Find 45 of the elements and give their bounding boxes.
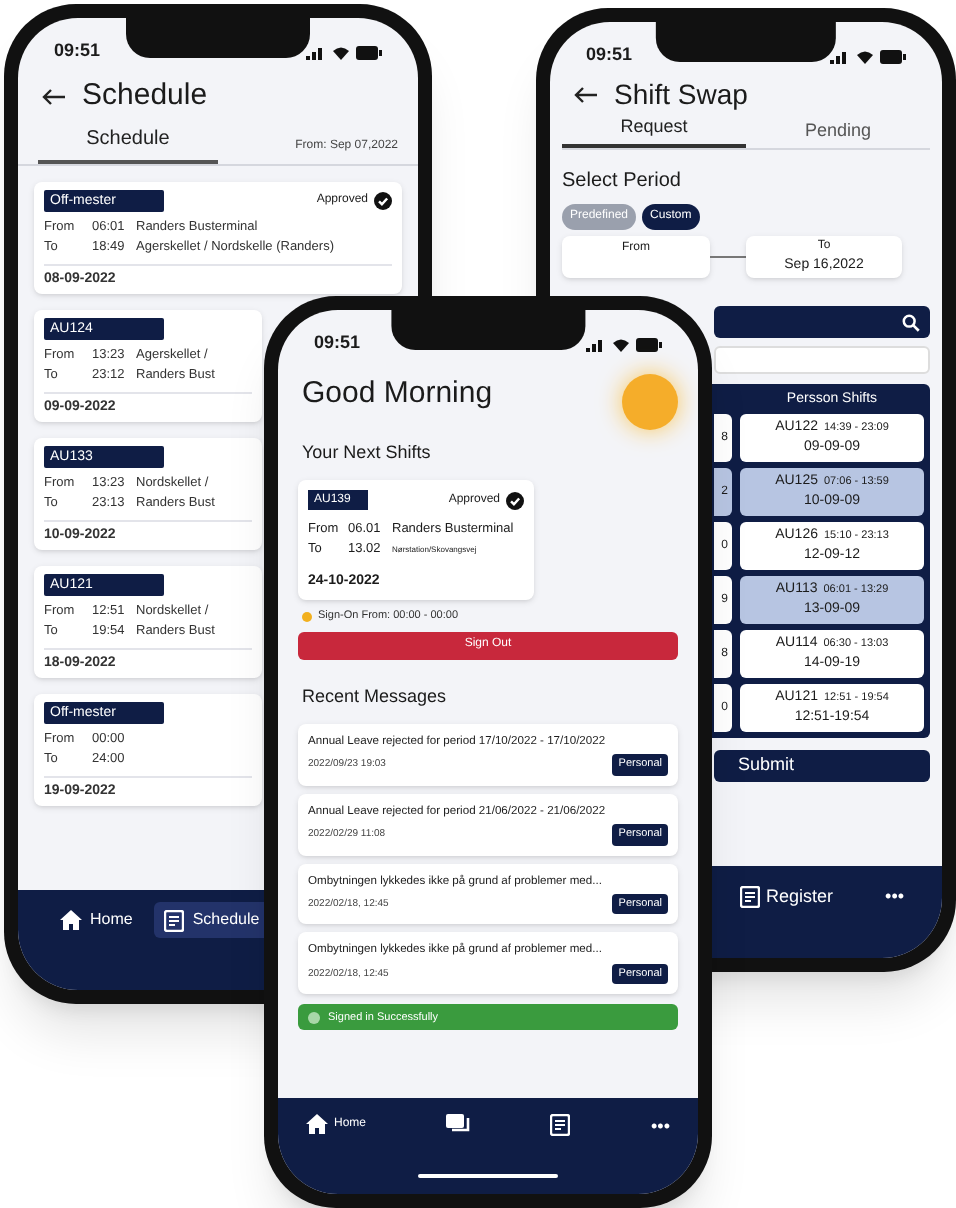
tab[interactable]: Request <box>562 113 746 148</box>
status-time: 09:51 <box>586 42 633 69</box>
input-field[interactable] <box>714 346 930 374</box>
greeting: Good Morning <box>302 373 493 414</box>
section-title: Recent Messages <box>302 685 447 706</box>
status-time: 09:51 <box>54 38 101 65</box>
battery-icon <box>880 49 906 63</box>
wifi-icon <box>612 337 630 351</box>
back-arrow-icon[interactable] <box>574 85 598 103</box>
signal-icon <box>306 45 326 59</box>
home-icon <box>306 1114 328 1134</box>
wifi-icon <box>332 45 350 59</box>
nav-tab[interactable] <box>446 1114 471 1134</box>
battery-icon <box>356 45 382 59</box>
search-icon <box>902 313 920 331</box>
success-icon <box>308 1011 320 1024</box>
tab[interactable]: Schedule <box>38 124 218 164</box>
document-icon <box>164 909 185 931</box>
check-icon <box>374 192 392 211</box>
nav-tab[interactable]: Register <box>734 882 840 913</box>
screen-title: Shift Swap <box>614 75 748 114</box>
nav-tab[interactable]: Schedule <box>154 902 270 938</box>
battery-icon <box>636 337 662 351</box>
wifi-icon <box>856 49 874 63</box>
section-title: Select Period <box>562 170 681 192</box>
document-icon <box>740 886 760 909</box>
screen-title: Schedule <box>82 75 208 116</box>
signal-icon <box>830 49 850 63</box>
back-arrow-icon[interactable] <box>42 87 66 105</box>
signal-icon <box>586 337 606 351</box>
section-title: Your Next Shifts <box>302 442 431 462</box>
nav-tab[interactable]: ••• <box>879 882 910 913</box>
search-bar[interactable] <box>714 306 930 338</box>
status-time: 09:51 <box>314 330 361 357</box>
check-icon <box>506 491 524 510</box>
nav-tab[interactable] <box>550 1114 571 1136</box>
nav-tab[interactable]: Home <box>50 902 143 938</box>
chat-icon <box>446 1114 471 1134</box>
sun-icon <box>622 374 678 430</box>
home-indicator <box>418 1174 558 1178</box>
home-icon <box>60 910 82 930</box>
submit-button[interactable]: Submit <box>714 750 930 782</box>
tab[interactable]: Pending <box>746 117 930 148</box>
document-icon <box>550 1114 571 1136</box>
nav-tab[interactable]: ••• <box>651 1114 670 1141</box>
